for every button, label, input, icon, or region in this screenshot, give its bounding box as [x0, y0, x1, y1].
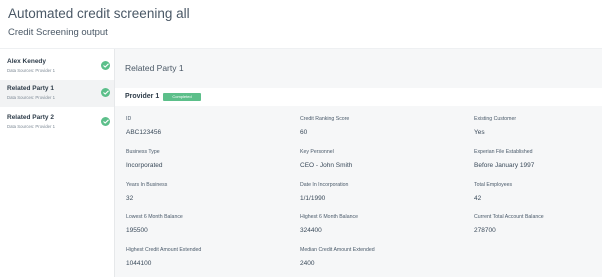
field-date-in-incorporation: Date In Incorporation 1/1/1990 — [300, 182, 348, 202]
field-value: 2400 — [300, 260, 315, 267]
field-label: Key Personnel — [300, 149, 334, 155]
field-value: 1/1/1990 — [300, 195, 326, 202]
field-value: CEO - John Smith — [300, 162, 353, 169]
field-label: Years In Business — [126, 182, 168, 188]
field-label: Highest 6 Month Balance — [300, 214, 358, 220]
sidebar-item-source: Data Sources: Provider 1 — [7, 68, 56, 73]
field-value: 42 — [474, 195, 482, 202]
check-circle-icon — [101, 61, 110, 70]
field-label: Current Total Account Balance — [474, 214, 544, 220]
sidebar-item-source: Data Sources: Provider 1 — [7, 124, 56, 129]
sidebar-item-alex-kenedy[interactable]: Alex Kenedy Data Sources: Provider 1 — [0, 53, 114, 80]
field-value: 60 — [300, 129, 308, 136]
detail-panel: Related Party 1 Provider 1 Completed ID … — [114, 49, 602, 277]
field-label: Lowest 6 Month Balance — [126, 214, 183, 220]
field-value: Yes — [474, 129, 485, 136]
field-value: 324400 — [300, 227, 322, 234]
sidebar-item-related-party-1[interactable]: Related Party 1 Data Sources: Provider 1 — [0, 80, 114, 107]
sidebar-item-source: Data Sources: Provider 1 — [7, 95, 56, 100]
sidebar-item-name: Related Party 2 — [7, 114, 54, 121]
field-value: 278700 — [474, 227, 496, 234]
sidebar-item-name: Related Party 1 — [7, 85, 54, 92]
field-existing-customer: Existing Customer Yes — [474, 116, 516, 136]
field-value: 195500 — [126, 227, 148, 234]
field-label: Business Type — [126, 149, 160, 155]
field-label: Highest Credit Amount Extended — [126, 247, 202, 253]
page-title: Automated credit screening all — [8, 6, 190, 21]
party-title: Related Party 1 — [125, 63, 184, 73]
sidebar: Alex Kenedy Data Sources: Provider 1 Rel… — [0, 49, 114, 277]
field-label: Date In Incorporation — [300, 182, 349, 188]
sidebar-item-related-party-2[interactable]: Related Party 2 Data Sources: Provider 1 — [0, 109, 114, 136]
field-years-in-business: Years In Business 32 — [126, 182, 167, 202]
check-circle-icon — [101, 117, 110, 126]
field-label: Experian File Established — [474, 149, 533, 155]
field-experian-file-established: Experian File Established Before January… — [474, 149, 534, 169]
field-label: ID — [126, 116, 132, 122]
sidebar-item-name: Alex Kenedy — [7, 58, 47, 65]
check-circle-icon — [101, 88, 110, 97]
page-subtitle: Credit Screening output — [8, 27, 108, 38]
field-highest-credit-amount-extended: Highest Credit Amount Extended 1044100 — [126, 247, 201, 267]
provider-header: Provider 1 Completed — [115, 88, 602, 106]
provider-name: Provider 1 — [125, 93, 160, 100]
field-value: Before January 1997 — [474, 162, 535, 169]
field-value: 1044100 — [126, 260, 152, 267]
field-lowest-6-month-balance: Lowest 6 Month Balance 195500 — [126, 214, 183, 234]
field-value: Incorporated — [126, 162, 163, 169]
field-current-total-account-balance: Current Total Account Balance 278700 — [474, 214, 544, 234]
field-total-employees: Total Employees 42 — [474, 182, 512, 202]
field-label: Existing Customer — [474, 116, 517, 122]
field-value: 32 — [126, 195, 134, 202]
field-median-credit-amount-extended: Median Credit Amount Extended 2400 — [300, 247, 375, 267]
field-highest-6-month-balance: Highest 6 Month Balance 324400 — [300, 214, 358, 234]
field-label: Median Credit Amount Extended — [300, 247, 375, 253]
field-value: ABC123456 — [126, 129, 162, 136]
field-label: Credit Ranking Score — [300, 116, 350, 122]
field-key-personnel: Key Personnel CEO - John Smith — [300, 149, 352, 169]
field-id: ID ABC123456 — [126, 116, 161, 136]
field-label: Total Employees — [474, 182, 513, 188]
field-credit-ranking-score: Credit Ranking Score 60 — [300, 116, 349, 136]
status-badge: Completed — [163, 93, 201, 101]
field-business-type: Business Type Incorporated — [126, 149, 163, 169]
